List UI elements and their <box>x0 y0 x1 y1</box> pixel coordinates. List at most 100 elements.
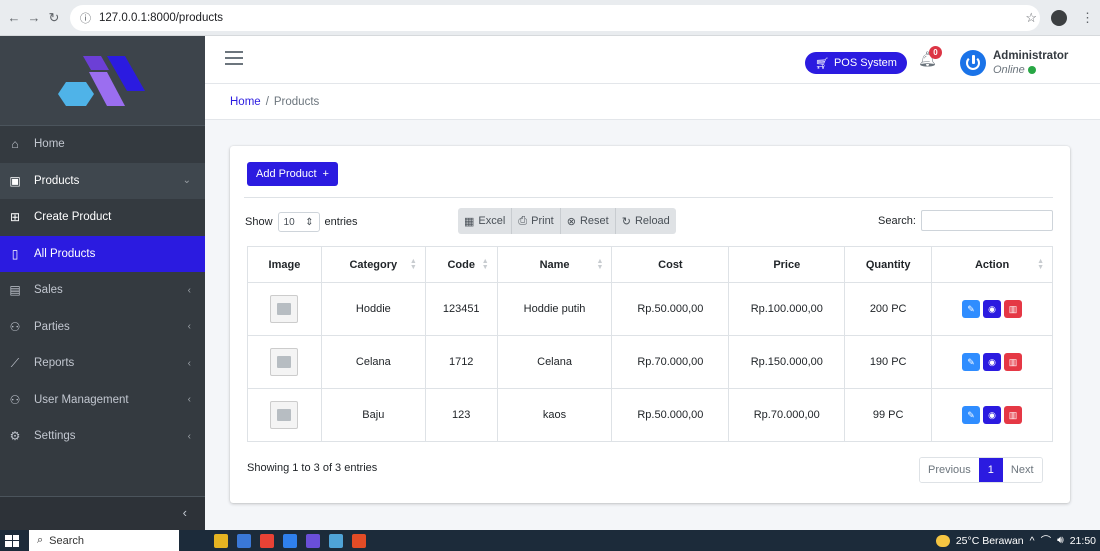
view-button[interactable]: ◉ <box>983 406 1002 424</box>
excel-label: Excel <box>478 215 506 227</box>
column-header-code[interactable]: Code ▲ ▼ <box>424 246 498 283</box>
user-status: Online <box>993 64 1036 76</box>
column-header-name[interactable]: Name ▲ ▼ <box>496 246 613 283</box>
action-cell: ✎ ◉ ▥ <box>931 388 1053 442</box>
clock[interactable]: 21:50 <box>1070 535 1096 547</box>
column-header-label: Code <box>447 258 475 271</box>
site-info-icon[interactable]: ⓘ <box>80 10 91 26</box>
sidebar-item-products[interactable]: ▣ Products ⌄ <box>0 162 205 199</box>
reload-button[interactable]: ↻ Reload <box>616 208 676 234</box>
next-page-button[interactable]: Next <box>1002 458 1042 482</box>
volume-icon[interactable]: 🔊︎ <box>1057 534 1064 547</box>
user-status-label: Online <box>993 64 1025 76</box>
delete-button[interactable]: ▥ <box>1004 353 1023 371</box>
table-row: Hoddie 123451 Hoddie putih Rp.50.000,00 … <box>247 282 1053 336</box>
sidebar-item-create-product[interactable]: ⊞ Create Product <box>0 199 205 236</box>
chart-line-icon: ⟋ <box>10 355 20 370</box>
edit-button[interactable]: ✎ <box>962 300 981 318</box>
weather-text[interactable]: 25°C Berawan <box>956 535 1024 547</box>
sidebar-item-reports[interactable]: ⟋ Reports ‹ <box>0 345 205 382</box>
pos-system-button[interactable]: 🛒︎ POS System <box>805 52 907 74</box>
column-header-label: Action <box>974 258 1010 271</box>
table-header-row: Image Category ▲ ▼ Code ▲ ▼ Name ▲ ▼ Cost Pric… <box>247 246 1053 283</box>
address-bar[interactable]: ⓘ 127.0.0.1:8000/products <box>70 4 1040 31</box>
column-header-action[interactable]: Action ▲ ▼ <box>931 246 1053 283</box>
bookmark-star-icon[interactable]: ☆ <box>1025 10 1037 26</box>
profile-icon[interactable] <box>1051 10 1067 26</box>
column-header-label: Image <box>268 258 301 271</box>
column-header-category[interactable]: Category ▲ ▼ <box>320 246 426 283</box>
photos-icon[interactable] <box>329 533 343 548</box>
reload-icon[interactable]: ↻ <box>44 10 64 26</box>
page-1-button[interactable]: 1 <box>978 458 1003 482</box>
product-thumbnail[interactable] <box>270 348 299 376</box>
windows-start-icon[interactable] <box>5 534 19 547</box>
back-icon[interactable]: ← <box>4 10 24 25</box>
sidebar-collapse-button[interactable]: ‹ <box>0 496 205 530</box>
name-cell: kaos <box>496 388 613 442</box>
file-icon: ▯ <box>11 246 19 261</box>
menu-toggle-icon[interactable] <box>225 51 243 65</box>
top-navbar: 🛒︎ POS System 🔔︎ 0 Administrator Online <box>205 36 1100 84</box>
sidebar-item-parties[interactable]: ⚇ Parties ‹ <box>0 309 205 346</box>
edit-button[interactable]: ✎ <box>962 353 981 371</box>
chrome-icon[interactable] <box>352 533 366 548</box>
search-input[interactable] <box>920 210 1053 231</box>
sidebar-item-settings[interactable]: ⚙ Settings ‹ <box>0 418 205 455</box>
print-button[interactable]: ⎙ Print <box>512 208 561 234</box>
action-cell: ✎ ◉ ▥ <box>931 335 1053 389</box>
reload-icon: ↻ <box>621 215 631 228</box>
gear-icon: ⚙ <box>9 429 21 444</box>
sidebar-item-all-products[interactable]: ▯ All Products <box>0 235 205 272</box>
taskbar-app-icon[interactable] <box>214 533 228 548</box>
pencil-icon: ✎ <box>967 356 975 367</box>
forward-icon[interactable]: → <box>24 10 44 25</box>
network-icon[interactable]: ⌒ <box>1041 533 1052 548</box>
user-name[interactable]: Administrator <box>993 50 1068 62</box>
vscode-icon[interactable] <box>283 533 297 548</box>
excel-button[interactable]: ▦ Excel <box>458 208 513 234</box>
eye-icon: ◉ <box>988 356 996 367</box>
sidebar-item-label: Reports <box>34 357 75 370</box>
sidebar-item-sales[interactable]: ▤ Sales ‹ <box>0 272 205 309</box>
chevron-up-icon[interactable]: ^ <box>1030 535 1035 547</box>
price-cell: Rp.150.000,00 <box>728 335 846 389</box>
quantity-cell: 190 PC <box>844 335 933 389</box>
category-cell: Baju <box>320 388 426 442</box>
file-explorer-icon[interactable] <box>237 533 251 548</box>
view-button[interactable]: ◉ <box>983 300 1002 318</box>
browser-menu-icon[interactable]: ⋮ <box>1081 10 1094 26</box>
name-cell: Celana <box>496 335 613 389</box>
sidebar-item-user-management[interactable]: ⚇ User Management ‹ <box>0 382 205 419</box>
taskbar-search[interactable]: ⌕ Search <box>29 530 179 551</box>
product-thumbnail[interactable] <box>270 295 299 323</box>
delete-button[interactable]: ▥ <box>1004 300 1023 318</box>
view-button[interactable]: ◉ <box>983 353 1002 371</box>
sidebar-item-label: Home <box>34 138 65 151</box>
previous-page-button[interactable]: Previous <box>920 458 979 482</box>
avatar[interactable] <box>960 50 986 76</box>
column-header-quantity: Quantity <box>844 246 933 283</box>
pencil-icon: ✎ <box>967 303 975 314</box>
reset-icon: ⊗ <box>566 215 576 228</box>
sidebar-item-label: Sales <box>34 284 63 297</box>
eye-icon: ◉ <box>988 409 996 420</box>
entries-label: entries <box>324 216 358 228</box>
taskbar-app-icon[interactable] <box>306 533 320 548</box>
notification-badge: 0 <box>929 46 942 59</box>
sidebar-item-label: Create Product <box>34 211 112 224</box>
column-header-cost: Cost <box>611 246 730 283</box>
edit-button[interactable]: ✎ <box>962 406 981 424</box>
add-product-button[interactable]: Add Product + <box>247 162 338 186</box>
product-thumbnail[interactable] <box>270 401 299 429</box>
search-label: Search: <box>878 214 916 227</box>
entries-select[interactable]: 10 ⇕ <box>277 212 320 232</box>
breadcrumb-home-link[interactable]: Home <box>230 96 261 108</box>
delete-button[interactable]: ▥ <box>1004 406 1023 424</box>
reset-button[interactable]: ⊗ Reset <box>561 208 616 234</box>
brand-logo[interactable] <box>0 36 205 126</box>
chevron-down-icon: ⌄ <box>182 175 191 187</box>
chrome-icon[interactable] <box>260 533 274 548</box>
table-info: Showing 1 to 3 of 3 entries <box>247 462 378 474</box>
sidebar-item-home[interactable]: ⌂ Home <box>0 126 205 163</box>
